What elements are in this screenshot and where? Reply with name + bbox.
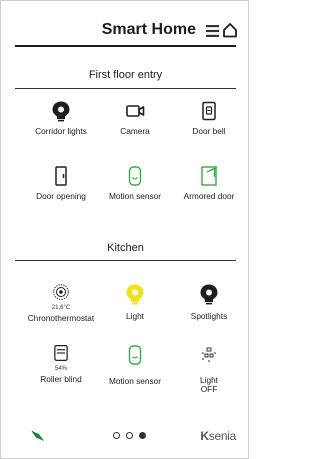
home-icon[interactable]	[222, 22, 238, 38]
header: Smart Home	[1, 19, 250, 45]
tile-chronothermostat[interactable]: 21,6°C Chronothermostat	[23, 283, 99, 335]
tile-door-bell[interactable]: Door bell	[171, 100, 247, 152]
tile-corridor-lights[interactable]: Corridor lights	[23, 100, 99, 152]
bulb-icon	[126, 284, 144, 305]
door-opening-icon	[55, 166, 67, 186]
page-indicator	[113, 432, 153, 442]
app-frame: Smart Home First floor entry Corridor li…	[0, 0, 249, 459]
section-divider	[15, 260, 236, 261]
brand-rest: senia	[208, 429, 237, 443]
tile-armored-door[interactable]: Armored door	[171, 165, 247, 217]
armored-door-icon	[201, 166, 218, 186]
tile-label: Armored door	[183, 191, 235, 201]
thermostat-icon	[53, 284, 69, 300]
tile-motion-sensor[interactable]: Motion sensor	[97, 165, 173, 217]
light-off-icon	[202, 347, 216, 362]
bulb-icon	[200, 284, 218, 305]
tile-door-opening[interactable]: Door opening	[23, 165, 99, 217]
footer: Ksenia	[1, 426, 250, 448]
page-dot[interactable]	[113, 432, 120, 439]
motion-sensor-icon	[128, 166, 142, 186]
camera-icon	[126, 105, 145, 117]
page-dot[interactable]	[126, 432, 133, 439]
tile-label-line2: OFF	[200, 384, 218, 394]
bulb-icon	[52, 101, 70, 122]
temperature-value: 21,6°C	[51, 305, 71, 311]
tile-label: Door bell	[192, 126, 226, 136]
brand-k: K	[200, 429, 209, 443]
doorbell-icon	[202, 101, 216, 121]
roller-blind-icon	[54, 345, 68, 361]
menu-icon[interactable]	[206, 25, 219, 37]
section-divider	[15, 88, 236, 89]
motion-sensor-icon	[128, 345, 142, 365]
tile-camera[interactable]: Camera	[97, 100, 173, 152]
brand-logo: Ksenia	[200, 429, 236, 443]
header-divider	[15, 45, 236, 47]
page-title: Smart Home	[101, 21, 196, 38]
tile-light-off[interactable]: Light OFF	[171, 344, 247, 396]
tile-roller-blind[interactable]: 54% Roller blind	[23, 344, 99, 396]
blind-position-value: 54%	[54, 366, 67, 372]
tile-light[interactable]: Light	[97, 283, 173, 335]
tile-label: Spotlights	[190, 311, 228, 321]
tile-motion-sensor-kitchen[interactable]: Motion sensor	[97, 344, 173, 396]
page-dot-active[interactable]	[139, 432, 146, 439]
tile-spotlights[interactable]: Spotlights	[171, 283, 247, 335]
section-title-first-floor-entry: First floor entry	[88, 69, 163, 81]
leaf-icon[interactable]	[31, 429, 45, 443]
section-title-kitchen: Kitchen	[107, 242, 144, 254]
